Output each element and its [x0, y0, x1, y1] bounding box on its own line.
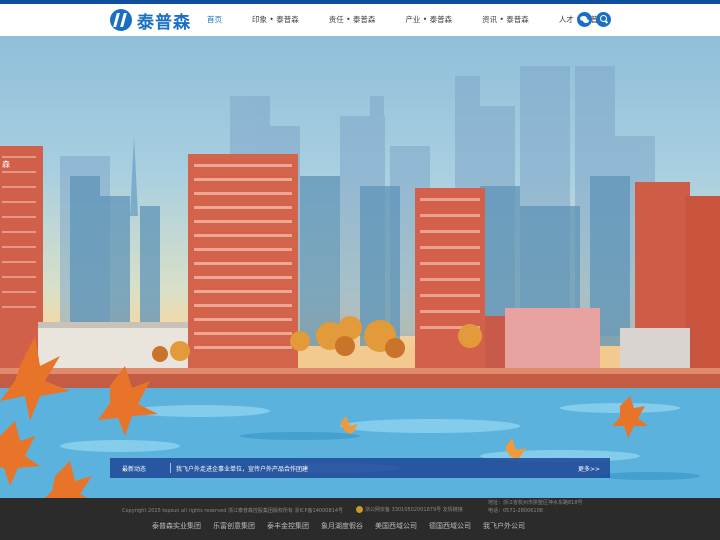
- friend-link[interactable]: 美国西域公司: [375, 521, 417, 531]
- hero-illustration: 森: [0, 66, 720, 498]
- site-footer: Copyright 2015 topsun all rights reserve…: [0, 498, 720, 540]
- friend-link[interactable]: 象月湖度假谷: [321, 521, 363, 531]
- friend-link[interactable]: 我飞户外公司: [483, 521, 525, 531]
- contact-info: 地址：浙江省杭州市拱墅区萍水东路818号 电话：0571-28006108: [488, 499, 583, 515]
- news-more-link[interactable]: 更多>>: [578, 464, 600, 473]
- friend-link[interactable]: 泰丰金控集团: [267, 521, 309, 531]
- logo-mark-icon: [110, 9, 132, 31]
- search-icon[interactable]: [596, 12, 611, 27]
- friend-links: 泰普森实业集团 乐富创意集团 泰丰金控集团 象月湖度假谷 美国西域公司 德国西域…: [152, 521, 537, 531]
- news-label: 最新动态: [122, 466, 147, 473]
- nav-item-industry[interactable]: 产业 • 泰普森: [398, 4, 459, 36]
- news-divider: [170, 463, 171, 473]
- logo-text: 泰普森: [137, 12, 191, 33]
- nav-item-responsibility[interactable]: 责任 • 泰普森: [322, 4, 383, 36]
- tower-sign-text: 森: [2, 159, 10, 169]
- copyright-text: Copyright 2015 topsun all rights reserve…: [122, 508, 344, 514]
- police-badge-icon: [356, 506, 363, 513]
- friend-link[interactable]: 乐富创意集团: [213, 521, 255, 531]
- police-record[interactable]: 浙公网安备 33010502001879号 友情链接: [356, 506, 463, 513]
- wechat-icon[interactable]: [577, 12, 592, 27]
- news-headline-link[interactable]: 我飞户外走进企事业单位，宣传户外产品合作团建: [176, 464, 308, 473]
- logo[interactable]: 泰普森: [110, 7, 191, 33]
- nav-item-impression[interactable]: 印象 • 泰普森: [245, 4, 306, 36]
- friend-link[interactable]: 泰普森实业集团: [152, 521, 201, 531]
- news-ticker: 最新动态 我飞户外走进企事业单位，宣传户外产品合作团建 更多>>: [110, 458, 610, 478]
- site-header: 泰普森 首页 印象 • 泰普森 责任 • 泰普森 产业 • 泰普森 资讯 • 泰…: [0, 4, 720, 36]
- address-text: 地址：浙江省杭州市拱墅区萍水东路818号: [488, 500, 583, 506]
- nav-item-home[interactable]: 首页: [200, 4, 229, 36]
- hero-banner: 森: [0, 36, 720, 498]
- phone-text: 电话：0571-28006108: [488, 508, 543, 514]
- nav-item-news[interactable]: 资讯 • 泰普森: [475, 4, 536, 36]
- main-nav: 首页 印象 • 泰普森 责任 • 泰普森 产业 • 泰普森 资讯 • 泰普森 人…: [200, 4, 629, 36]
- friend-link[interactable]: 德国西域公司: [429, 521, 471, 531]
- police-record-text: 浙公网安备 33010502001879号 友情链接: [365, 507, 463, 513]
